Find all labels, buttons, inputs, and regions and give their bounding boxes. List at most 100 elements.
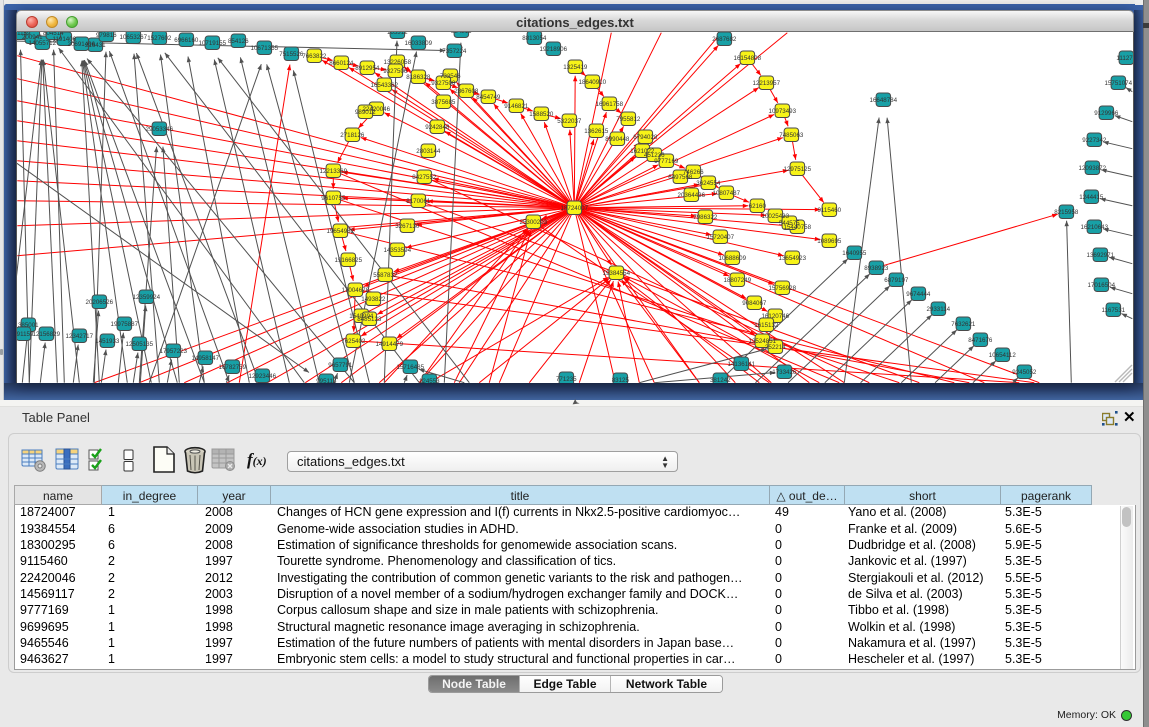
svg-text:8660124: 8660124: [329, 60, 354, 67]
svg-text:6497568: 6497568: [668, 174, 693, 181]
svg-text:165312: 165312: [387, 32, 408, 36]
svg-text:7515526: 7515526: [279, 51, 304, 58]
svg-text:10807487: 10807487: [713, 190, 741, 197]
svg-text:124553: 124553: [419, 378, 440, 383]
svg-text:854126: 854126: [228, 38, 249, 45]
svg-text:7485063: 7485063: [779, 132, 804, 139]
svg-text:14353594: 14353594: [384, 247, 412, 254]
svg-text:18724007: 18724007: [561, 205, 589, 212]
svg-text:1089695: 1089695: [817, 238, 842, 245]
svg-text:7632621: 7632621: [951, 321, 976, 328]
svg-text:17016504: 17016504: [1088, 282, 1116, 289]
svg-text:15751074: 15751074: [1105, 80, 1133, 87]
svg-text:8990448: 8990448: [605, 136, 630, 143]
svg-text:1615132: 1615132: [754, 322, 779, 329]
svg-text:2867608: 2867608: [454, 88, 479, 95]
svg-text:10653267: 10653267: [120, 34, 148, 41]
svg-text:8471676: 8471676: [968, 337, 993, 344]
svg-text:16154808: 16154808: [734, 55, 762, 62]
svg-text:10719155: 10719155: [199, 40, 227, 47]
svg-text:16961758: 16961758: [596, 101, 624, 108]
svg-text:8427552: 8427552: [412, 174, 437, 181]
svg-text:732546: 732546: [440, 73, 461, 80]
svg-text:19218906: 19218906: [540, 46, 568, 53]
svg-text:771235: 771235: [556, 376, 577, 383]
svg-text:7625402: 7625402: [341, 338, 366, 345]
svg-text:10688609: 10688609: [719, 255, 747, 262]
svg-text:7357224: 7357224: [442, 48, 467, 55]
svg-text:9242848: 9242848: [425, 124, 450, 131]
svg-text:16648784: 16648784: [870, 97, 898, 104]
svg-text:381242: 381242: [710, 377, 731, 383]
svg-text:6966160: 6966160: [174, 37, 199, 44]
svg-text:6794028: 6794028: [633, 134, 658, 141]
svg-text:19975887: 19975887: [111, 321, 139, 328]
svg-text:15716485: 15716485: [397, 364, 425, 371]
svg-text:385001: 385001: [18, 322, 39, 329]
svg-text:15720407: 15720407: [707, 234, 735, 241]
svg-text:12156829: 12156829: [33, 331, 61, 338]
svg-text:19384554: 19384554: [603, 270, 631, 277]
svg-text:9227342: 9227342: [1082, 137, 1107, 144]
svg-text:9777169: 9777169: [654, 158, 679, 165]
svg-text:18807249: 18807249: [724, 277, 752, 284]
svg-text:2687682: 2687682: [712, 36, 737, 43]
svg-text:10671355: 10671355: [251, 45, 279, 52]
svg-text:2933114: 2933114: [926, 306, 950, 313]
svg-text:12093872: 12093872: [1079, 165, 1107, 172]
svg-text:20691406: 20691406: [68, 41, 96, 48]
svg-text:9115460: 9115460: [817, 207, 841, 214]
svg-text:1527602: 1527602: [147, 35, 172, 42]
svg-text:9674444: 9674444: [906, 291, 931, 298]
svg-text:15756928: 15756928: [769, 285, 797, 292]
svg-text:13654923: 13654923: [779, 255, 807, 262]
svg-text:2718126: 2718126: [340, 132, 365, 139]
svg-text:18640910: 18640910: [579, 79, 607, 86]
svg-text:1451933: 1451933: [95, 338, 120, 345]
svg-text:9146821: 9146821: [504, 103, 529, 110]
svg-text:1588520: 1588520: [529, 111, 554, 118]
svg-text:1640955: 1640955: [842, 250, 867, 257]
svg-text:19166825: 19166825: [335, 257, 363, 264]
svg-text:1244415: 1244415: [1079, 194, 1104, 201]
svg-text:2803144: 2803144: [416, 148, 441, 155]
svg-text:17957223: 17957223: [160, 348, 188, 355]
svg-text:12359924: 12359924: [133, 294, 161, 301]
svg-text:1733426: 1733426: [772, 369, 797, 376]
svg-text:14958147: 14958147: [192, 355, 220, 362]
svg-text:25300203: 25300203: [520, 219, 548, 226]
svg-text:14055712: 14055712: [29, 40, 57, 47]
svg-text:1493822: 1493822: [361, 296, 386, 303]
svg-text:8912954: 8912954: [355, 65, 380, 72]
svg-text:804514: 804514: [43, 32, 64, 37]
svg-text:9327506: 9327506: [383, 68, 408, 75]
svg-text:12923446: 12923446: [249, 373, 277, 380]
svg-text:884215: 884215: [451, 32, 472, 35]
svg-text:9657791: 9657791: [328, 362, 353, 369]
svg-text:252214: 252214: [765, 344, 786, 351]
svg-text:8485123: 8485123: [357, 316, 382, 323]
svg-text:5322037: 5322037: [557, 118, 582, 125]
svg-text:8170061: 8170061: [406, 198, 431, 205]
svg-text:9084067: 9084067: [742, 300, 767, 307]
svg-text:10654112: 10654112: [989, 352, 1017, 359]
svg-text:8454749: 8454749: [476, 94, 501, 101]
svg-text:20206526: 20206526: [86, 299, 114, 306]
svg-text:979816: 979816: [96, 32, 117, 39]
svg-text:7663822: 7663822: [302, 53, 327, 60]
svg-text:1167531: 1167531: [1101, 307, 1125, 314]
svg-text:3875685: 3875685: [431, 99, 456, 106]
svg-text:7955812: 7955812: [616, 116, 641, 123]
svg-text:8215958: 8215958: [1054, 209, 1079, 216]
svg-text:8186328: 8186328: [406, 74, 431, 81]
svg-text:17004678: 17004678: [342, 287, 370, 294]
svg-text:12505135: 12505135: [126, 341, 154, 348]
svg-text:29053346: 29053346: [146, 126, 174, 133]
svg-text:989012: 989012: [355, 109, 376, 116]
svg-text:7986322: 7986322: [693, 214, 718, 221]
svg-text:391159: 391159: [17, 331, 34, 338]
svg-text:3267130: 3267130: [395, 223, 420, 230]
svg-text:5587832: 5587832: [373, 272, 398, 279]
svg-text:83125: 83125: [612, 377, 630, 383]
svg-text:16120746: 16120746: [762, 313, 790, 320]
